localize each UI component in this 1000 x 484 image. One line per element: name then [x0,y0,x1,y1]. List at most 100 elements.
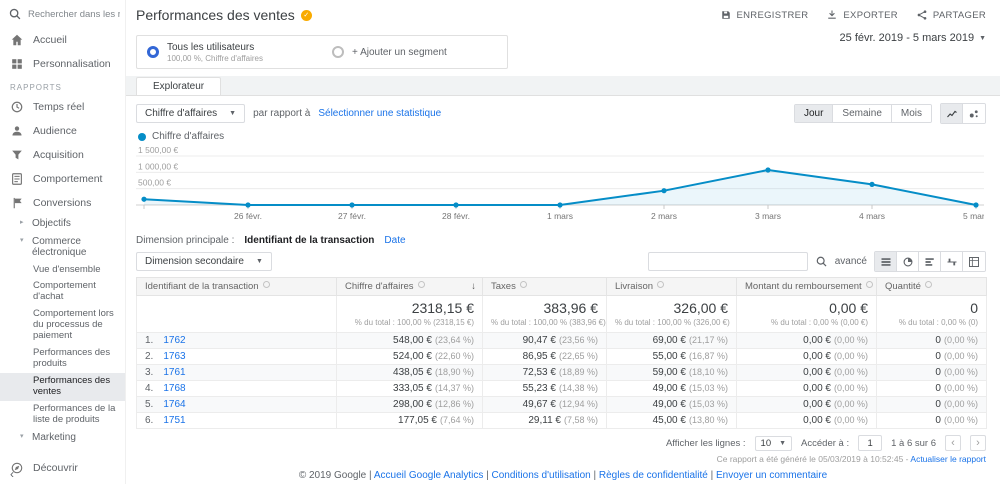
sidebar-item-vue-d-ensemble[interactable]: Vue d'ensemble [0,262,125,279]
transaction-id-link[interactable]: 1763 [163,351,185,362]
sidebar-item-label: Accueil [33,34,67,46]
sidebar-item-administration[interactable]: Administration [0,480,125,484]
granularity-month-button[interactable]: Mois [891,105,931,122]
tab-explorateur[interactable]: Explorateur [136,77,222,95]
sidebar-item-commerce-electronique[interactable]: ▾ Commerce électronique [0,233,125,262]
totals-cell: 326,00 €% du total : 100,00 % (326,00 €) [606,295,737,333]
search-icon [8,7,22,21]
export-button[interactable]: EXPORTER [826,9,898,21]
footer-link-accueil-google-analytics[interactable]: Accueil Google Analytics [374,470,484,481]
granularity-day-button[interactable]: Jour [794,105,834,122]
pivot-view-button[interactable] [963,252,985,271]
table-search-icon[interactable] [815,255,828,268]
metric-dropdown[interactable]: Chiffre d'affaires ▼ [136,104,246,123]
sampling-badge-icon[interactable]: ✓ [300,9,312,21]
data-point[interactable] [349,202,355,208]
motion-chart-view-button[interactable] [963,104,985,123]
performance-view-button[interactable] [919,252,941,271]
transaction-id-link[interactable]: 1762 [163,335,185,346]
add-segment-button[interactable]: + Ajouter un segment [322,36,507,68]
sidebar-item-performances-des-ventes[interactable]: Performances des ventes [0,372,125,401]
share-button[interactable]: PARTAGER [916,9,986,21]
rows-per-page-select[interactable]: 10 ▼ [754,435,793,451]
sidebar-item-label: Conversions [33,197,92,209]
cell-value: 177,05 € [398,415,437,426]
sidebar-item-temps-reel[interactable]: Temps réel [0,95,125,119]
sidebar-item-performances-de-la-liste-de-produits[interactable]: Performances de la liste de produits [0,401,125,429]
percentage-view-button[interactable] [897,252,919,271]
cell-percent: (12,94 %) [558,399,598,409]
page-footer: © 2019 Google | Accueil Google Analytics… [298,470,828,481]
cell-percent: (15,03 %) [688,399,728,409]
column-header-chiffre-d-affaires[interactable]: Chiffre d'affaires ↓ [336,277,483,296]
tab-strip: Explorateur [126,76,1000,96]
sidebar-search-input[interactable] [28,8,120,20]
segment-all-users[interactable]: Tous les utilisateurs 100,00 %, Chiffre … [137,36,322,68]
sidebar-item-accueil[interactable]: Accueil [0,28,125,52]
sidebar-item-objectifs[interactable]: ▸ Objectifs [0,215,125,233]
sidebar-collapse-button[interactable]: ‹ [10,467,14,481]
footer-link-conditions-d-utilisation[interactable]: Conditions d'utilisation [492,470,591,481]
legend-dot-icon [138,132,146,141]
footer-link-envoyer-un-commentaire[interactable]: Envoyer un commentaire [716,470,827,481]
data-point[interactable] [973,202,979,208]
transaction-id-link[interactable]: 1768 [163,383,185,394]
sort-desc-icon[interactable]: ↓ [471,281,476,292]
chart-type-group [940,103,986,124]
data-point[interactable] [557,202,563,208]
data-point[interactable] [765,167,771,173]
footer-link-regles-de-confidentialite[interactable]: Règles de confidentialité [599,470,708,481]
column-header-livraison[interactable]: Livraison [606,277,737,296]
data-point[interactable] [661,188,667,194]
sidebar-item-marketing[interactable]: ▾ Marketing [0,429,125,447]
granularity-week-button[interactable]: Semaine [833,105,892,122]
sidebar-item-conversions[interactable]: Conversions [0,191,125,215]
transaction-id-link[interactable]: 1761 [163,367,185,378]
cell-value: 524,00 € [393,351,432,362]
conversions-flag-icon [10,196,24,210]
customization-icon [10,57,24,71]
transaction-id-link[interactable]: 1764 [163,399,185,410]
column-header-identifiant-de-la-transaction[interactable]: Identifiant de la transaction [136,277,337,296]
transaction-id-link[interactable]: 1751 [163,415,185,426]
column-header-montant-du-remboursement[interactable]: Montant du remboursement [736,277,877,296]
advanced-filter-link[interactable]: avancé [835,256,867,267]
revenue-chart[interactable]: 500,00 € 1 000,00 € 1 500,00 € 26 févr. 27 f… [136,143,986,230]
select-metric-link[interactable]: Sélectionner une statistique [318,108,441,119]
goto-page-input[interactable] [858,435,883,451]
info-icon [865,281,873,288]
save-button[interactable]: ENREGISTRER [720,9,809,21]
comparison-view-button[interactable] [941,252,963,271]
explorer-panel: Chiffre d'affaires ▼ par rapport à Sélec… [126,96,1000,230]
dimension-date[interactable]: Date [384,235,405,246]
column-header-quantite[interactable]: Quantité [876,277,987,296]
info-icon [417,281,425,288]
secondary-dimension-dropdown[interactable]: Dimension secondaire ▼ [136,252,272,271]
sidebar-search[interactable] [0,0,125,28]
previous-page-button[interactable]: ‹ [945,435,961,451]
table-search-input[interactable] [647,252,808,271]
sidebar-item-comportement-d-achat[interactable]: Comportement d'achat [0,278,125,306]
dimension-transaction-id[interactable]: Identifiant de la transaction [244,235,374,246]
sidebar-item-personnalisation[interactable]: Personnalisation [0,52,125,76]
next-page-button[interactable]: › [970,435,986,451]
sidebar-item-comportement-lors-du-processus-de-paiement[interactable]: Comportement lors du processus de paieme… [0,306,125,345]
sidebar-item-performances-des-produits[interactable]: Performances des produits [0,345,125,373]
cell-value: 86,95 € [522,351,556,362]
refresh-report-link[interactable]: Actualiser le rapport [910,454,986,464]
column-header-taxes[interactable]: Taxes [482,277,607,296]
data-point[interactable] [245,202,251,208]
sidebar-item-acquisition[interactable]: Acquisition [0,143,125,167]
line-chart-svg: 500,00 € 1 000,00 € 1 500,00 € 26 févr. 27 f… [136,145,986,221]
svg-text:26 févr.: 26 févr. [234,211,262,221]
sidebar-item-comportement[interactable]: Comportement [0,167,125,191]
table-view-button[interactable] [875,252,897,271]
data-point[interactable] [141,196,147,202]
data-point[interactable] [453,202,459,208]
sidebar-item-audience[interactable]: Audience [0,119,125,143]
line-chart-view-button[interactable] [941,104,963,123]
date-range-selector[interactable]: 25 févr. 2019 - 5 mars 2019 ▼ [840,32,986,44]
data-point[interactable] [869,181,875,187]
sidebar-item-decouvrir[interactable]: Découvrir [0,456,125,480]
performance-view-icon [925,257,934,266]
